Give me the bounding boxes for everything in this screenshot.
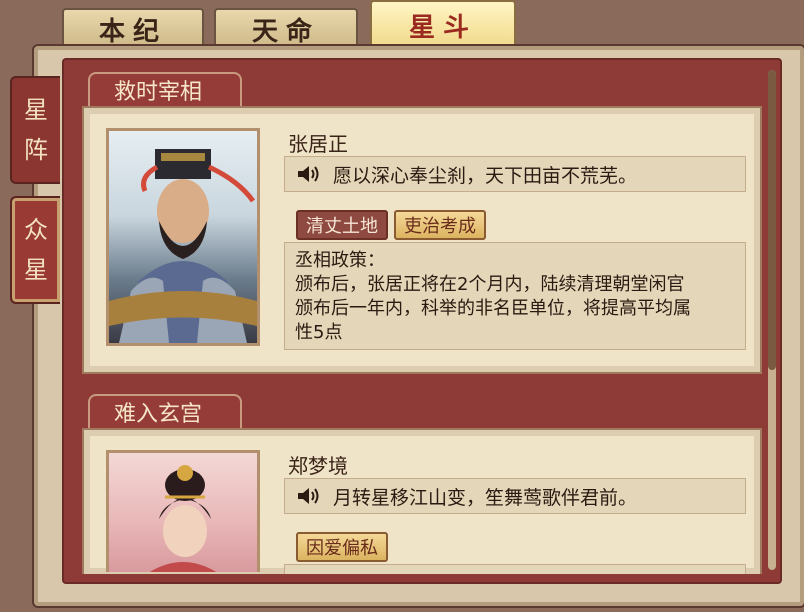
quote-text: 愿以深心奉尘刹，天下田亩不荒芜。 bbox=[333, 164, 638, 187]
side-tab-char: 众 bbox=[24, 216, 48, 244]
tab-benji[interactable]: 本纪 bbox=[62, 8, 204, 48]
policy-description: 丞相政策： 颁布后，张居正将在2个月内，陆续清理朝堂闲官 颁布后一年内，科举的非… bbox=[284, 242, 746, 350]
policy-tag-kaocheng[interactable]: 吏治考成 bbox=[394, 210, 486, 240]
tab-label: 星斗 bbox=[408, 12, 477, 43]
side-tab-char: 星 bbox=[24, 96, 48, 124]
speaker-icon[interactable] bbox=[291, 486, 327, 506]
tag-label: 清丈土地 bbox=[306, 216, 378, 237]
tab-tianming[interactable]: 天命 bbox=[214, 8, 358, 48]
desc-line: 性5点 bbox=[295, 322, 343, 343]
desc-line: 颁布后，张居正将在2个月内，陆续清理朝堂闲官 bbox=[295, 274, 685, 295]
quote-text: 月转星移江山变，笙舞莺歌伴君前。 bbox=[333, 486, 638, 509]
official-figure-icon bbox=[109, 149, 257, 343]
section-title: 救时宰相 bbox=[114, 80, 203, 105]
desc-line: 颁布后一年内，科举的非名臣单位，将提高平均属 bbox=[295, 298, 691, 319]
side-tab-xingzhen[interactable]: 星 阵 bbox=[10, 76, 60, 184]
scrollbar[interactable] bbox=[768, 70, 776, 570]
policy-description bbox=[284, 564, 746, 574]
tag-label: 吏治考成 bbox=[404, 216, 476, 237]
section-header: 救时宰相 bbox=[88, 72, 242, 106]
character-name: 张居正 bbox=[288, 132, 348, 156]
section-header: 难入玄宫 bbox=[88, 394, 242, 428]
tag-label: 因爱偏私 bbox=[306, 538, 378, 559]
scrollbar-thumb[interactable] bbox=[768, 70, 776, 370]
side-tab-char: 星 bbox=[24, 256, 48, 284]
character-name: 郑梦境 bbox=[288, 454, 348, 478]
portrait-zhangjuzheng[interactable] bbox=[106, 128, 260, 346]
portrait-zhengmengjing[interactable] bbox=[106, 450, 260, 572]
speaker-icon[interactable] bbox=[291, 164, 327, 184]
tab-xingdou[interactable]: 星斗 bbox=[370, 0, 516, 48]
side-tab-zhongxing[interactable]: 众 星 bbox=[10, 196, 60, 304]
side-tab-char: 阵 bbox=[24, 136, 48, 164]
desc-line: 丞相政策： bbox=[295, 250, 385, 271]
quote-box: 月转星移江山变，笙舞莺歌伴君前。 bbox=[284, 478, 746, 514]
tab-label: 本纪 bbox=[98, 16, 167, 47]
consort-figure-icon bbox=[149, 465, 217, 572]
section-title: 难入玄宫 bbox=[114, 402, 203, 427]
quote-box: 愿以深心奉尘刹，天下田亩不荒芜。 bbox=[284, 156, 746, 192]
tab-label: 天命 bbox=[251, 16, 320, 47]
policy-tag-yinai[interactable]: 因爱偏私 bbox=[296, 532, 388, 562]
policy-tag-qingzhang[interactable]: 清丈土地 bbox=[296, 210, 388, 240]
